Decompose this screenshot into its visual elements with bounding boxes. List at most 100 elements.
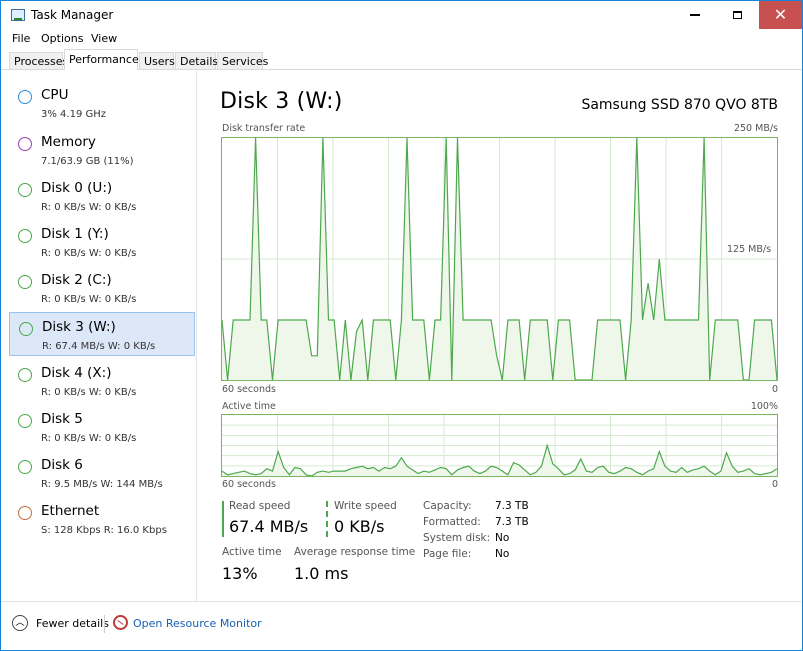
transfer-graph-time-label: 60 seconds <box>222 384 276 395</box>
transfer-graph-label: Disk transfer rate <box>222 123 306 134</box>
title-bar[interactable]: Task Manager ✕ <box>1 1 802 29</box>
maximize-button[interactable] <box>716 1 758 29</box>
transfer-graph-min-label: 0 <box>772 384 779 395</box>
sidebar-item-title: Disk 2 (C:) <box>41 272 112 288</box>
sidebar-item-disk-5[interactable]: Disk 5 R: 0 KB/s W: 0 KB/s <box>9 405 195 449</box>
page-title: Disk 3 (W:) <box>220 89 343 114</box>
tab-services[interactable]: Services <box>217 52 268 69</box>
menu-view[interactable]: View <box>91 32 117 45</box>
active-graph-label: Active time <box>222 401 276 412</box>
performance-sidebar: CPU 3% 4.19 GHz Memory 7.1/63.9 GB (11%)… <box>1 71 197 601</box>
disk-graph-icon <box>18 368 32 382</box>
cpu-graph-icon <box>18 90 32 104</box>
write-speed-label: Write speed <box>334 500 397 512</box>
formatted-label: Formatted: <box>423 516 481 528</box>
footer-bar: ︿ Fewer details Open Resource Monitor <box>1 601 802 650</box>
write-speed-value: 0 KB/s <box>334 517 385 536</box>
active-time-plot <box>222 415 777 476</box>
transfer-graph-max-label: 250 MB/s <box>733 123 778 134</box>
sidebar-item-subtitle: R: 0 KB/s W: 0 KB/s <box>41 202 137 213</box>
capacity-value: 7.3 TB <box>495 500 529 512</box>
memory-graph-icon <box>18 137 32 151</box>
formatted-value: 7.3 TB <box>495 516 529 528</box>
tab-details[interactable]: Details <box>175 52 218 69</box>
active-time-label: Active time <box>222 546 282 558</box>
active-graph-min-label: 0 <box>772 479 779 490</box>
write-speed-legend-bar <box>326 501 328 537</box>
sidebar-item-subtitle: R: 0 KB/s W: 0 KB/s <box>41 248 137 259</box>
sidebar-item-disk-4[interactable]: Disk 4 (X:) R: 0 KB/s W: 0 KB/s <box>9 359 195 403</box>
sidebar-item-subtitle: R: 0 KB/s W: 0 KB/s <box>41 433 137 444</box>
active-time-value: 13% <box>222 564 258 583</box>
sidebar-item-title: Disk 1 (Y:) <box>41 226 109 242</box>
sidebar-item-disk-6[interactable]: Disk 6 R: 9.5 MB/s W: 144 MB/s <box>9 451 195 495</box>
capacity-label: Capacity: <box>423 500 472 512</box>
close-icon: ✕ <box>773 5 788 24</box>
sidebar-item-subtitle: S: 128 Kbps R: 16.0 Kbps <box>41 525 167 536</box>
active-time-grid <box>222 415 777 476</box>
sidebar-item-title: Disk 5 <box>41 411 83 427</box>
task-manager-icon <box>11 9 25 21</box>
disk-graph-icon <box>18 414 32 428</box>
sidebar-item-title: Disk 4 (X:) <box>41 365 112 381</box>
disk-details-panel: Disk 3 (W:) Samsung SSD 870 QVO 8TB Disk… <box>201 71 801 601</box>
disk-graph-icon <box>19 322 33 336</box>
sidebar-item-disk-2[interactable]: Disk 2 (C:) R: 0 KB/s W: 0 KB/s <box>9 266 195 310</box>
sidebar-item-disk-0[interactable]: Disk 0 (U:) R: 0 KB/s W: 0 KB/s <box>9 174 195 218</box>
resource-monitor-icon[interactable] <box>113 615 128 630</box>
sidebar-item-cpu[interactable]: CPU 3% 4.19 GHz <box>9 81 195 125</box>
chevron-up-icon[interactable]: ︿ <box>12 615 28 631</box>
sidebar-item-disk-1[interactable]: Disk 1 (Y:) R: 0 KB/s W: 0 KB/s <box>9 220 195 264</box>
footer-separator <box>104 615 105 633</box>
sidebar-item-title: Ethernet <box>41 503 100 519</box>
disk-graph-icon <box>18 275 32 289</box>
read-speed-legend-bar <box>222 501 224 537</box>
system-disk-label: System disk: <box>423 532 491 544</box>
transfer-rate-graph <box>221 137 778 381</box>
sidebar-item-title: Disk 3 (W:) <box>42 319 116 335</box>
sidebar-item-subtitle: R: 67.4 MB/s W: 0 KB/s <box>42 341 156 352</box>
menu-file[interactable]: File <box>12 32 30 45</box>
tab-bar: Processes Performance Users Details Serv… <box>1 49 802 70</box>
sidebar-item-disk-3[interactable]: Disk 3 (W:) R: 67.4 MB/s W: 0 KB/s <box>9 312 195 356</box>
disk-model: Samsung SSD 870 QVO 8TB <box>581 97 778 113</box>
menu-bar: File Options View <box>1 29 802 49</box>
close-button[interactable]: ✕ <box>759 1 802 29</box>
read-speed-value: 67.4 MB/s <box>229 517 309 536</box>
ethernet-graph-icon <box>18 506 32 520</box>
menu-options[interactable]: Options <box>41 32 83 45</box>
disk-graph-icon <box>18 229 32 243</box>
task-manager-window: Task Manager ✕ File Options View Process… <box>0 0 803 651</box>
sidebar-item-subtitle: 7.1/63.9 GB (11%) <box>41 156 134 167</box>
disk-graph-icon <box>18 460 32 474</box>
fewer-details-button[interactable]: Fewer details <box>36 617 109 630</box>
sidebar-item-title: CPU <box>41 87 69 103</box>
sidebar-item-title: Disk 0 (U:) <box>41 180 113 196</box>
transfer-graph-mid-label: 125 MB/s <box>727 244 772 255</box>
response-time-label: Average response time <box>294 546 416 558</box>
tab-performance[interactable]: Performance <box>64 49 139 70</box>
active-graph-time-label: 60 seconds <box>222 479 276 490</box>
active-time-graph <box>221 414 778 477</box>
sidebar-item-title: Disk 6 <box>41 457 83 473</box>
maximize-icon <box>732 11 742 19</box>
open-resource-monitor-link[interactable]: Open Resource Monitor <box>133 617 262 630</box>
sidebar-item-ethernet[interactable]: Ethernet S: 128 Kbps R: 16.0 Kbps <box>9 497 195 541</box>
minimize-button[interactable] <box>674 1 716 29</box>
tab-processes[interactable]: Processes <box>9 52 68 69</box>
sidebar-item-subtitle: R: 0 KB/s W: 0 KB/s <box>41 294 137 305</box>
disk-graph-icon <box>18 183 32 197</box>
transfer-rate-plot <box>222 138 777 380</box>
sidebar-item-memory[interactable]: Memory 7.1/63.9 GB (11%) <box>9 128 195 172</box>
sidebar-item-title: Memory <box>41 134 96 150</box>
sidebar-item-subtitle: 3% 4.19 GHz <box>41 109 107 120</box>
active-graph-max-label: 100% <box>750 401 778 412</box>
read-speed-label: Read speed <box>229 500 291 512</box>
response-time-value: 1.0 ms <box>294 564 349 583</box>
sidebar-item-subtitle: R: 9.5 MB/s W: 144 MB/s <box>41 479 163 490</box>
sidebar-item-subtitle: R: 0 KB/s W: 0 KB/s <box>41 387 137 398</box>
tab-users[interactable]: Users <box>139 52 175 69</box>
minimize-icon <box>690 14 700 16</box>
page-file-label: Page file: <box>423 548 472 560</box>
system-disk-value: No <box>495 532 510 544</box>
